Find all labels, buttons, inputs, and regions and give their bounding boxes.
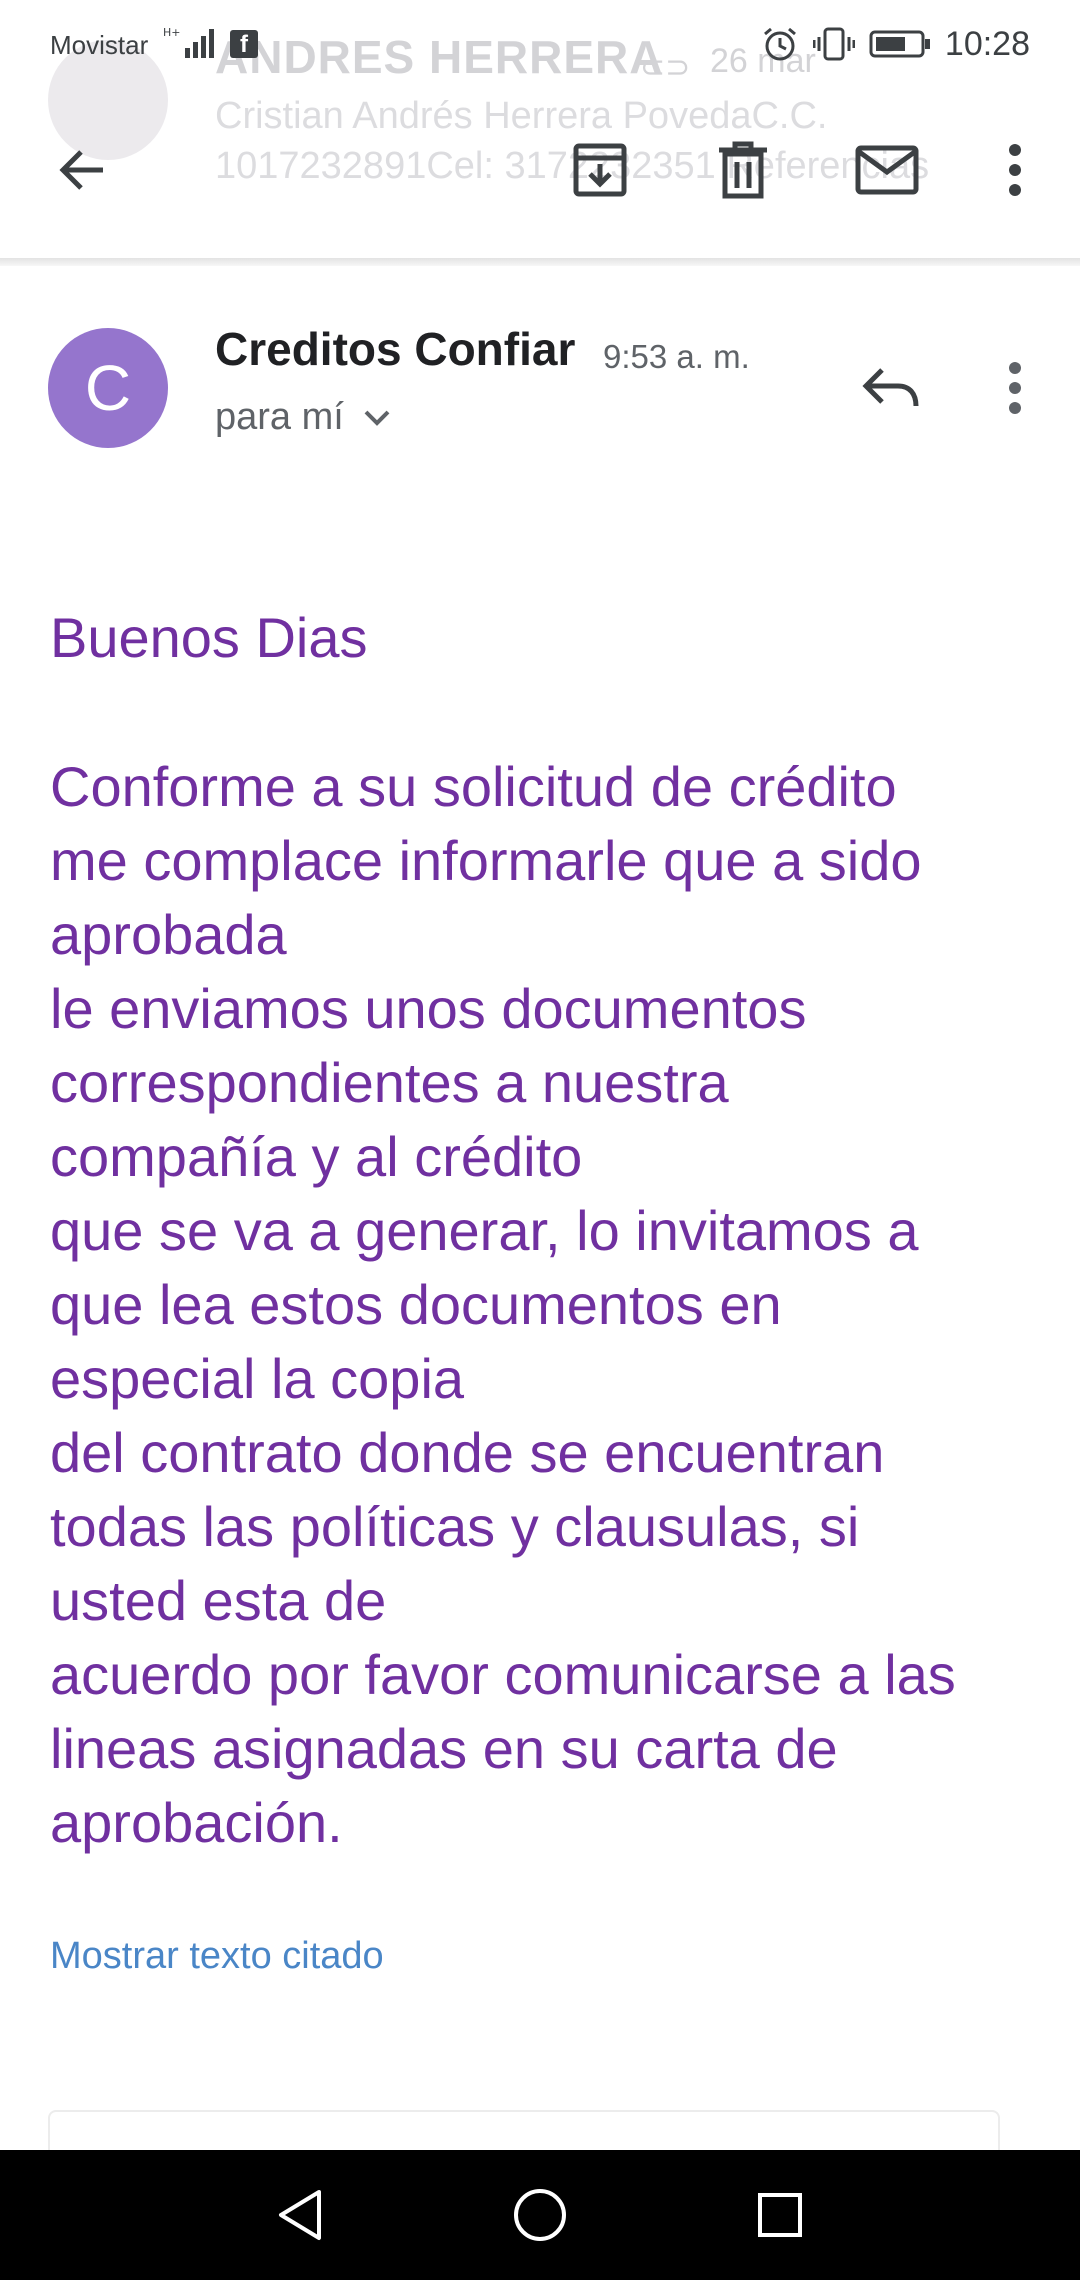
message-body-line: compañía y al crédito bbox=[50, 1125, 583, 1188]
message-body-line: especial la copia bbox=[50, 1347, 465, 1410]
sender-name: Creditos Confiar bbox=[215, 323, 576, 375]
recents-square-icon bbox=[758, 2193, 802, 2237]
home-circle-icon bbox=[514, 2189, 566, 2241]
nav-home-button[interactable] bbox=[485, 2160, 595, 2270]
chevron-down-icon bbox=[364, 410, 390, 426]
recipient-label: para mí bbox=[215, 396, 344, 438]
message-body-line: lineas asignadas en su carta de bbox=[50, 1717, 838, 1780]
battery-icon bbox=[869, 30, 930, 58]
toolbar-divider bbox=[0, 258, 1080, 266]
more-vert-icon bbox=[1009, 362, 1021, 414]
delete-icon bbox=[719, 141, 767, 199]
message-more-button[interactable] bbox=[990, 343, 1040, 433]
signal-icon: H+ bbox=[163, 26, 214, 58]
sender-avatar[interactable]: C bbox=[48, 328, 168, 448]
message-body-line: que lea estos documentos en bbox=[50, 1273, 782, 1336]
more-vert-icon bbox=[1009, 144, 1021, 196]
message-body-line: aprobada bbox=[50, 903, 287, 966]
alarm-icon bbox=[763, 27, 796, 61]
clock: 10:28 bbox=[944, 24, 1030, 63]
status-right-group: 10:28 bbox=[761, 22, 1030, 66]
message-body-line: correspondientes a nuestra bbox=[50, 1051, 729, 1114]
back-arrow-icon bbox=[59, 150, 103, 190]
message-body-line: que se va a generar, lo invitamos a bbox=[50, 1199, 919, 1262]
message-body: Conforme a su solicitud de crédito me com… bbox=[50, 750, 1070, 1860]
message-body-line: le enviamos unos documentos bbox=[50, 977, 807, 1040]
vibrate-icon bbox=[812, 27, 855, 61]
next-card-edge bbox=[48, 2110, 1000, 2152]
reply-icon bbox=[862, 368, 919, 407]
archive-button[interactable] bbox=[555, 120, 645, 220]
reply-button[interactable] bbox=[845, 343, 935, 433]
system-nav-bar bbox=[0, 2150, 1080, 2280]
back-triangle-icon bbox=[279, 2190, 321, 2240]
message-greeting: Buenos Dias bbox=[50, 606, 368, 669]
message-time: 9:53 a. m. bbox=[603, 338, 750, 375]
mark-unread-icon bbox=[855, 145, 919, 195]
message-body-line: todas las políticas y clausulas, si bbox=[50, 1495, 860, 1558]
nav-back-button[interactable] bbox=[245, 2160, 355, 2270]
message-body-line: del contrato donde se encuentran bbox=[50, 1421, 885, 1484]
delete-button[interactable] bbox=[698, 120, 788, 220]
back-button[interactable] bbox=[38, 120, 128, 220]
message-body-line: Conforme a su solicitud de crédito bbox=[50, 755, 897, 818]
network-type: H+ bbox=[163, 26, 181, 39]
mark-unread-button[interactable] bbox=[842, 120, 932, 220]
carrier-name: Movistar bbox=[50, 30, 149, 60]
facebook-notification-icon: f bbox=[230, 30, 258, 58]
message-body-line: acuerdo por favor comunicarse a las bbox=[50, 1643, 956, 1706]
message-body-line: aprobación. bbox=[50, 1791, 343, 1854]
more-options-button[interactable] bbox=[970, 120, 1060, 220]
show-quoted-text-link[interactable]: Mostrar texto citado bbox=[50, 1935, 384, 1978]
nav-recents-button[interactable] bbox=[725, 2160, 835, 2270]
recipient-details-toggle[interactable]: para mí bbox=[215, 396, 392, 439]
archive-icon bbox=[573, 143, 627, 197]
message-toolbar bbox=[0, 120, 1080, 220]
message-body-line: me complace informarle que a sido bbox=[50, 829, 922, 892]
status-bar: Movistar H+ f 10:28 bbox=[0, 0, 1080, 90]
message-body-line: usted esta de bbox=[50, 1569, 387, 1632]
